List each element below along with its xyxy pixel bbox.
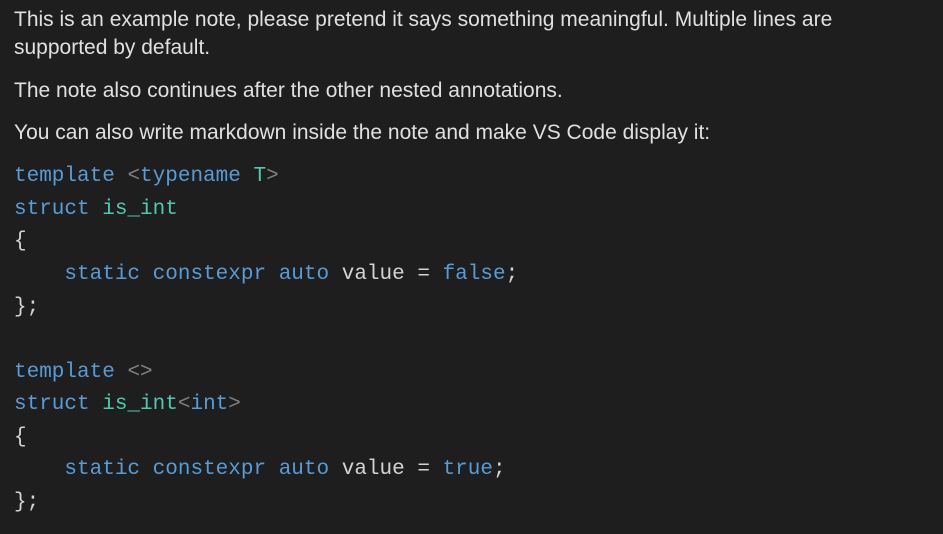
angle-open: <	[127, 165, 140, 188]
kw-struct: struct	[14, 198, 90, 221]
kw-static: static	[64, 263, 140, 286]
kw-static-2: static	[64, 458, 140, 481]
angle-close: >	[266, 165, 279, 188]
kw-true: true	[443, 458, 493, 481]
ident-value-2: value	[342, 458, 405, 481]
note-paragraph-1: This is an example note, please pretend …	[14, 6, 929, 63]
brace-open-2: {	[14, 426, 27, 449]
kw-struct-2: struct	[14, 393, 90, 416]
kw-int: int	[190, 393, 228, 416]
indent-2	[14, 458, 64, 481]
op-eq: =	[417, 263, 430, 286]
angle-close-2: >	[228, 393, 241, 416]
kw-typename: typename	[140, 165, 241, 188]
op-eq-2: =	[417, 458, 430, 481]
brace-close-2: };	[14, 491, 39, 514]
ident-value: value	[342, 263, 405, 286]
empty-angles: <>	[127, 361, 152, 384]
semicolon-2: ;	[493, 458, 506, 481]
angle-open-2: <	[178, 393, 191, 416]
brace-close: };	[14, 296, 39, 319]
note-paragraph-3: You can also write markdown inside the n…	[14, 119, 929, 147]
semicolon: ;	[506, 263, 519, 286]
type-T: T	[253, 165, 266, 188]
kw-auto: auto	[279, 263, 329, 286]
kw-constexpr-2: constexpr	[153, 458, 266, 481]
type-is-int: is_int	[102, 198, 178, 221]
kw-false: false	[443, 263, 506, 286]
indent	[14, 263, 64, 286]
brace-open: {	[14, 230, 27, 253]
kw-auto-2: auto	[279, 458, 329, 481]
kw-template-2: template	[14, 361, 115, 384]
kw-constexpr: constexpr	[153, 263, 266, 286]
kw-template: template	[14, 165, 115, 188]
note-paragraph-2: The note also continues after the other …	[14, 77, 929, 105]
code-block: template <typename T> struct is_int { st…	[14, 161, 929, 519]
note-hover: This is an example note, please pretend …	[0, 0, 943, 533]
type-is-int-2: is_int	[102, 393, 178, 416]
